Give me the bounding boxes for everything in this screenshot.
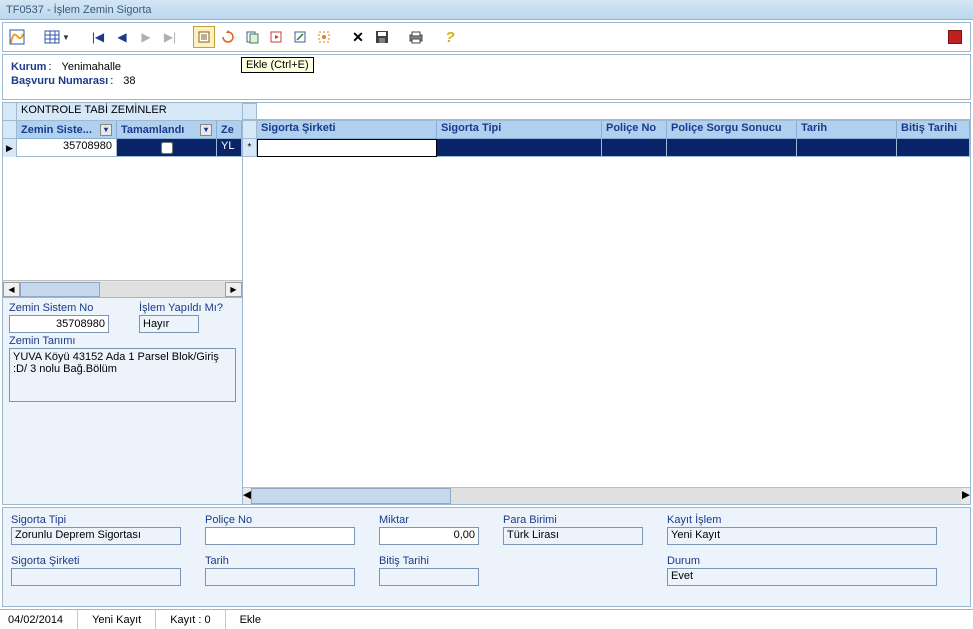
nav-next-button[interactable]: ▶ (135, 26, 157, 48)
islem-label: İşlem Yapıldı Mı? (139, 302, 223, 314)
basvuru-value: 38 (123, 75, 135, 87)
miktar-field[interactable]: 0,00 (379, 527, 479, 545)
para-label: Para Birimi (503, 514, 643, 526)
window-title: TF0537 - İşlem Zemin Sigorta (6, 4, 152, 16)
row-indicator-icon: ▶ (3, 139, 17, 157)
tarih-label: Tarih (205, 555, 355, 567)
status-date: 04/02/2014 (4, 610, 78, 629)
sigorta-tipi-field[interactable]: Zorunlu Deprem Sigortası (11, 527, 181, 545)
durum-label: Durum (667, 555, 937, 567)
scroll-left-button[interactable]: ◀ (243, 488, 251, 504)
detail-form: Sigorta Tipi Zorunlu Deprem Sigortası Po… (2, 507, 971, 607)
add-tooltip: Ekle (Ctrl+E) (241, 57, 314, 73)
status-bar: 04/02/2014 Yeni Kayıt Kayıt : 0 Ekle (0, 609, 973, 629)
status-mode: Yeni Kayıt (78, 610, 156, 629)
tamamlandi-checkbox[interactable] (161, 142, 173, 154)
zemin-grid[interactable]: KONTROLE TABİ ZEMİNLER Zemin Siste...▾ T… (3, 103, 242, 298)
sigorta-tipi-label: Sigorta Tipi (11, 514, 181, 526)
col-ext[interactable]: Ze (217, 121, 242, 139)
nav-first-button[interactable]: |◀ (87, 26, 109, 48)
chevron-down-icon[interactable]: ▾ (200, 124, 212, 136)
sirket-field[interactable] (11, 568, 181, 586)
cell-tamamlandi[interactable] (117, 139, 217, 157)
main-area: KONTROLE TABİ ZEMİNLER Zemin Siste...▾ T… (2, 102, 971, 505)
sistem-no-label: Zemin Sistem No (9, 302, 109, 314)
copy-button[interactable] (241, 26, 263, 48)
main-toolbar: ▼ |◀ ◀ ▶ ▶| ✕ ? (2, 22, 971, 52)
kayit-label: Kayıt İşlem (667, 514, 937, 526)
scroll-thumb[interactable] (251, 488, 451, 504)
para-field[interactable]: Türk Lirası (503, 527, 643, 545)
col-tamamlandi[interactable]: Tamamlandı▾ (117, 121, 217, 139)
chevron-down-icon[interactable]: ▾ (100, 124, 112, 136)
cell-sirket-input[interactable] (257, 139, 437, 157)
durum-field[interactable]: Evet (667, 568, 937, 586)
police-no-label: Poliçe No (205, 514, 355, 526)
scroll-thumb[interactable] (20, 282, 100, 297)
status-count: Kayıt : 0 (156, 610, 225, 629)
sigorta-new-row[interactable]: * (243, 139, 970, 157)
export-button[interactable] (265, 26, 287, 48)
zemin-hscroll[interactable]: ◀ ▶ (3, 280, 242, 297)
col-zemin-sistem[interactable]: Zemin Siste...▾ (17, 121, 117, 139)
sistem-no-field[interactable]: 35708980 (9, 315, 109, 333)
zemin-grid-title: KONTROLE TABİ ZEMİNLER (17, 103, 242, 121)
tanim-field[interactable]: YUVA Köyü 43152 Ada 1 Parsel Blok/Giriş … (9, 348, 236, 402)
sirket-label: Sigorta Şirketi (11, 555, 181, 567)
grid-dropdown-button[interactable]: ▼ (39, 30, 75, 44)
nav-last-button[interactable]: ▶| (159, 26, 181, 48)
close-indicator[interactable] (948, 30, 962, 44)
kayit-field[interactable]: Yeni Kayıt (667, 527, 937, 545)
config-button[interactable] (313, 26, 335, 48)
kurum-label: Kurum (11, 61, 46, 73)
miktar-label: Miktar (379, 514, 479, 526)
left-panel: KONTROLE TABİ ZEMİNLER Zemin Siste...▾ T… (3, 103, 243, 504)
bitis-field[interactable] (379, 568, 479, 586)
window-title-bar: TF0537 - İşlem Zemin Sigorta (0, 0, 973, 20)
police-no-field[interactable] (205, 527, 355, 545)
status-action: Ekle (226, 610, 275, 629)
col-bitis[interactable]: Bitiş Tarihi (897, 121, 970, 139)
cell-ext[interactable]: YL (217, 139, 242, 157)
refresh-button[interactable] (217, 26, 239, 48)
zemin-detail: Zemin Sistem No 35708980 İşlem Yapıldı M… (3, 298, 242, 504)
edit-button[interactable] (289, 26, 311, 48)
app-icon (7, 27, 27, 47)
kurum-value: Yenimahalle (62, 61, 122, 73)
zemin-row[interactable]: ▶ 35708980 YL (3, 139, 242, 157)
col-tip[interactable]: Sigorta Tipi (437, 121, 602, 139)
header-info: Ekle (Ctrl+E) Kurum: Yenimahalle Yıl: 20… (2, 54, 971, 100)
col-police[interactable]: Poliçe No (602, 121, 667, 139)
col-sorgu[interactable]: Poliçe Sorgu Sonucu (667, 121, 797, 139)
scroll-right-button[interactable]: ▶ (962, 488, 970, 504)
tanim-label: Zemin Tanımı (9, 335, 236, 347)
col-sirket[interactable]: Sigorta Şirketi (257, 121, 437, 139)
scroll-right-button[interactable]: ▶ (225, 282, 242, 297)
print-button[interactable] (405, 26, 427, 48)
cell-sistem-no[interactable]: 35708980 (17, 139, 117, 157)
sigorta-hscroll[interactable]: ◀ ▶ (243, 487, 970, 504)
basvuru-label: Başvuru Numarası (11, 75, 108, 87)
save-button[interactable] (371, 26, 393, 48)
chevron-down-icon: ▼ (62, 33, 70, 42)
row-new-icon: * (243, 139, 257, 157)
islem-field: Hayır (139, 315, 199, 333)
sigorta-grid[interactable]: Sigorta Şirketi Sigorta Tipi Poliçe No P… (243, 103, 970, 504)
right-panel: Sigorta Şirketi Sigorta Tipi Poliçe No P… (243, 103, 970, 504)
nav-prev-button[interactable]: ◀ (111, 26, 133, 48)
add-button[interactable] (193, 26, 215, 48)
scroll-left-button[interactable]: ◀ (3, 282, 20, 297)
col-tarih[interactable]: Tarih (797, 121, 897, 139)
delete-button[interactable]: ✕ (347, 26, 369, 48)
help-button[interactable]: ? (439, 26, 461, 48)
bitis-label: Bitiş Tarihi (379, 555, 479, 567)
tarih-field[interactable] (205, 568, 355, 586)
